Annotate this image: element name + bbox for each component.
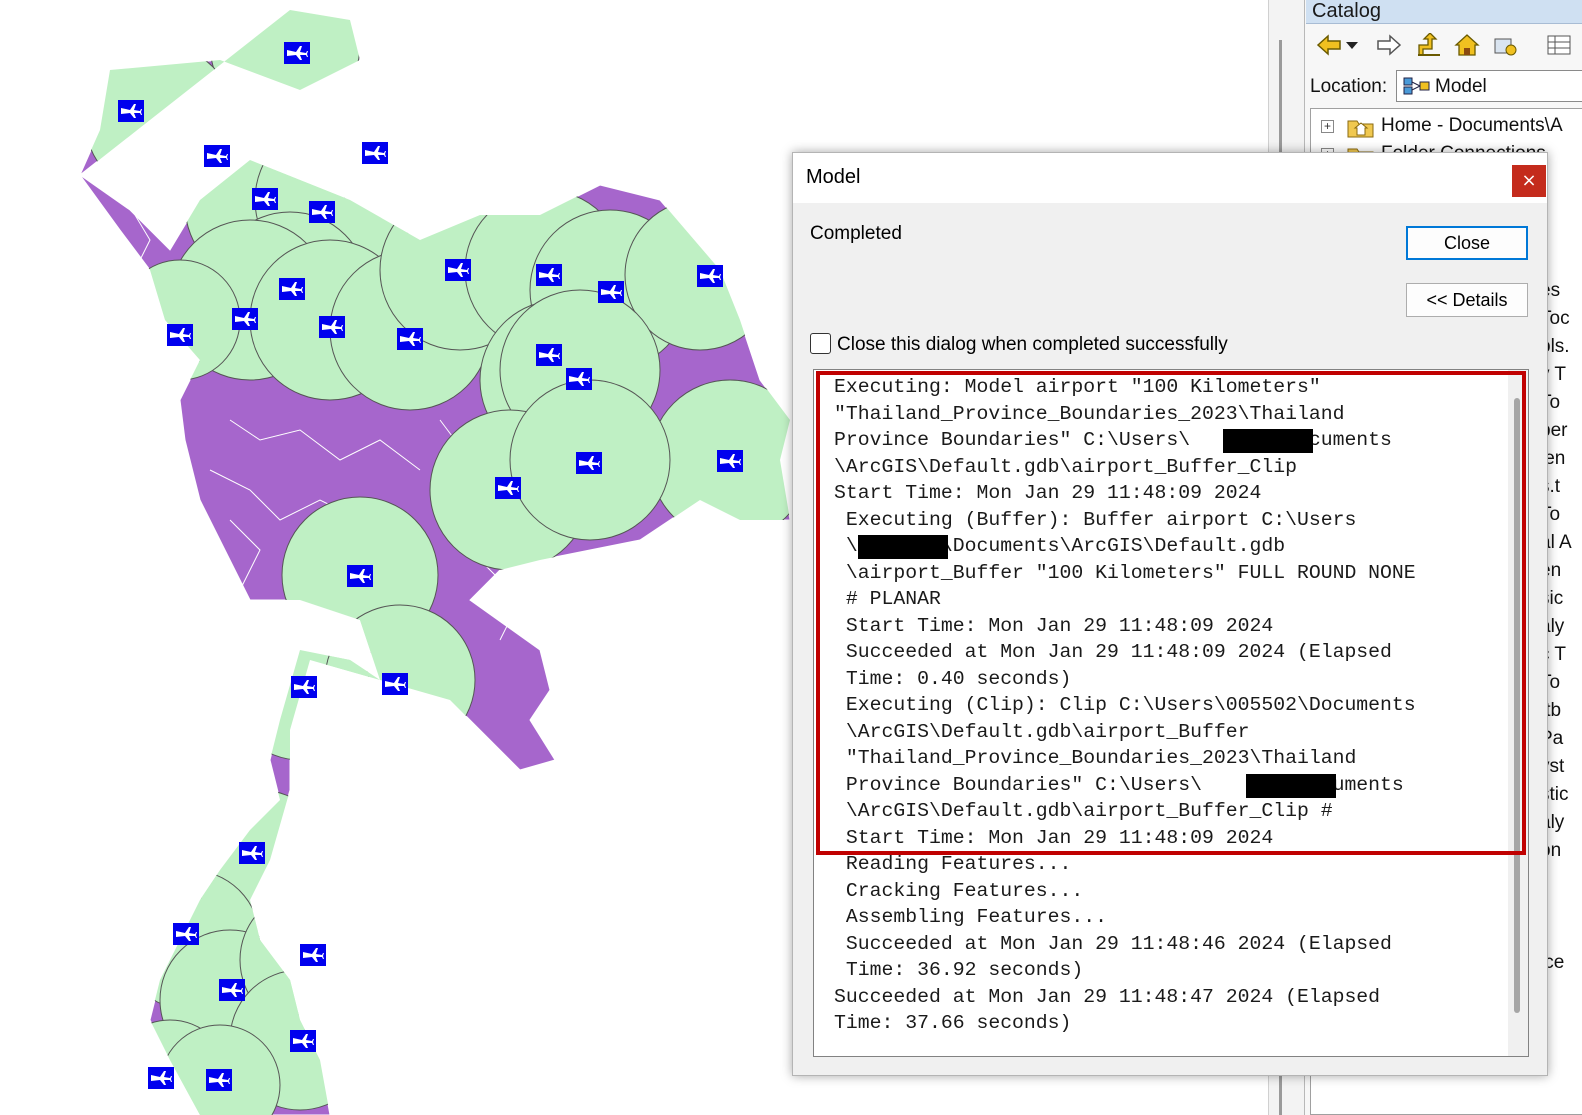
expand-icon[interactable]: + bbox=[1321, 120, 1334, 133]
airplane-icon[interactable] bbox=[239, 842, 265, 864]
airplane-icon[interactable] bbox=[362, 142, 388, 164]
catalog-title[interactable]: Catalog bbox=[1306, 0, 1582, 24]
log-line: Succeeded at Mon Jan 29 11:48:46 2024 (E… bbox=[834, 932, 1392, 955]
log-line: Assembling Features... bbox=[834, 906, 1108, 928]
connect-folder-icon[interactable] bbox=[1488, 28, 1522, 62]
airplane-icon[interactable] bbox=[445, 259, 471, 281]
forward-arrow-icon[interactable] bbox=[1372, 28, 1406, 62]
airplane-icon[interactable] bbox=[118, 100, 144, 122]
map-view[interactable] bbox=[0, 0, 800, 1115]
home-icon[interactable] bbox=[1450, 28, 1484, 62]
log-line: \ArcGIS\Default.gdb\airport_Buffer_Clip … bbox=[834, 800, 1333, 822]
log-line: \airport_Buffer "100 Kilometers" FULL RO… bbox=[834, 561, 1416, 584]
up-folder-icon[interactable] bbox=[1412, 28, 1446, 62]
airplane-icon[interactable] bbox=[206, 1069, 232, 1091]
log-line: Reading Features... bbox=[834, 853, 1072, 875]
airplane-icon[interactable] bbox=[291, 676, 317, 698]
back-arrow-icon[interactable] bbox=[1312, 28, 1346, 62]
airplane-icon[interactable] bbox=[232, 308, 258, 330]
tree-item-label: Home - Documents\A bbox=[1381, 115, 1563, 136]
log-line: "Thailand_Province_Boundaries_2023\Thail… bbox=[834, 402, 1345, 425]
log-line: \ArcGIS\Default.gdb\airport_Buffer_Clip bbox=[834, 455, 1297, 478]
model-dialog: Model × Completed Close << Details Close… bbox=[792, 152, 1548, 1076]
airplane-icon[interactable] bbox=[566, 368, 592, 390]
log-line: Executing (Buffer): Buffer airport C:\Us… bbox=[834, 508, 1357, 531]
airplane-icon[interactable] bbox=[382, 673, 408, 695]
airplane-icon[interactable] bbox=[495, 477, 521, 499]
airport-buffer[interactable] bbox=[84, 44, 236, 196]
log-line: "Thailand_Province_Boundaries_2023\Thail… bbox=[834, 747, 1357, 769]
tree-item-home[interactable]: + Home - Documents\A bbox=[1311, 112, 1582, 140]
airplane-icon[interactable] bbox=[173, 923, 199, 945]
airplane-icon[interactable] bbox=[148, 1067, 174, 1089]
airplane-icon[interactable] bbox=[284, 42, 310, 64]
log-line: Cracking Features... bbox=[834, 879, 1084, 902]
airplane-icon[interactable] bbox=[536, 344, 562, 366]
view-options-icon[interactable] bbox=[1542, 28, 1576, 62]
airport-buffer[interactable] bbox=[119, 259, 241, 381]
log-line: # PLANAR bbox=[834, 588, 941, 610]
close-button[interactable]: Close bbox=[1406, 226, 1528, 260]
location-value: Model bbox=[1435, 76, 1487, 97]
airplane-icon[interactable] bbox=[697, 265, 723, 287]
dialog-title: Model bbox=[806, 166, 861, 188]
dialog-titlebar[interactable]: Model × bbox=[793, 153, 1547, 203]
log-line: Start Time: Mon Jan 29 11:48:09 2024 bbox=[834, 826, 1274, 849]
airplane-icon[interactable] bbox=[279, 278, 305, 300]
log-line: Time: 37.66 seconds) bbox=[834, 1012, 1072, 1034]
airplane-icon[interactable] bbox=[319, 316, 345, 338]
model-icon bbox=[1403, 76, 1431, 101]
airplane-icon[interactable] bbox=[300, 944, 326, 966]
log-line: Start Time: Mon Jan 29 11:48:09 2024 bbox=[834, 614, 1274, 637]
close-when-done-label[interactable]: Close this dialog when completed success… bbox=[837, 334, 1228, 356]
location-label: Location: bbox=[1310, 76, 1388, 97]
airplane-icon[interactable] bbox=[598, 281, 624, 303]
log-line: Succeeded at Mon Jan 29 11:48:47 2024 (E… bbox=[834, 985, 1381, 1008]
status-text: Completed bbox=[810, 223, 902, 244]
airplane-icon[interactable] bbox=[290, 1030, 316, 1052]
redaction-bar bbox=[858, 535, 948, 559]
log-scroll-thumb[interactable] bbox=[1514, 398, 1520, 1013]
airplane-icon[interactable] bbox=[717, 450, 743, 472]
log-line: Time: 0.40 seconds) bbox=[834, 667, 1072, 690]
airplane-icon[interactable] bbox=[219, 979, 245, 1001]
redaction-bar bbox=[1246, 774, 1336, 798]
location-combobox[interactable]: Model bbox=[1396, 70, 1582, 102]
log-line: Start Time: Mon Jan 29 11:48:09 2024 bbox=[834, 482, 1262, 504]
airplane-icon[interactable] bbox=[397, 328, 423, 350]
location-row: Location: Model bbox=[1306, 68, 1582, 106]
airplane-icon[interactable] bbox=[536, 264, 562, 286]
log-line: Time: 36.92 seconds) bbox=[834, 959, 1084, 981]
dialog-close-icon[interactable]: × bbox=[1512, 165, 1546, 197]
airplane-icon[interactable] bbox=[347, 565, 373, 587]
close-when-done-checkbox[interactable] bbox=[810, 333, 831, 354]
log-line: Succeeded at Mon Jan 29 11:48:09 2024 (E… bbox=[834, 641, 1392, 663]
log-line: Executing: Model airport "100 Kilometers… bbox=[834, 376, 1321, 398]
airplane-icon[interactable] bbox=[252, 188, 278, 210]
dropdown-arrow-icon[interactable] bbox=[1342, 28, 1362, 62]
map-canvas[interactable] bbox=[0, 0, 800, 1115]
airplane-icon[interactable] bbox=[167, 324, 193, 346]
details-toggle-button[interactable]: << Details bbox=[1406, 283, 1528, 317]
catalog-toolbar bbox=[1306, 28, 1582, 64]
redaction-bar bbox=[1223, 429, 1313, 453]
message-log[interactable]: Executing: Model airport "100 Kilometers… bbox=[813, 369, 1529, 1057]
log-line: \ArcGIS\Default.gdb\airport_Buffer bbox=[834, 720, 1250, 743]
province-boundary bbox=[599, 559, 641, 641]
airplane-icon[interactable] bbox=[576, 452, 602, 474]
log-scrollbar[interactable] bbox=[1508, 370, 1528, 1056]
airplane-icon[interactable] bbox=[204, 145, 230, 167]
airplane-icon[interactable] bbox=[309, 201, 335, 223]
log-line: Executing (Clip): Clip C:\Users\005502\D… bbox=[834, 694, 1416, 716]
